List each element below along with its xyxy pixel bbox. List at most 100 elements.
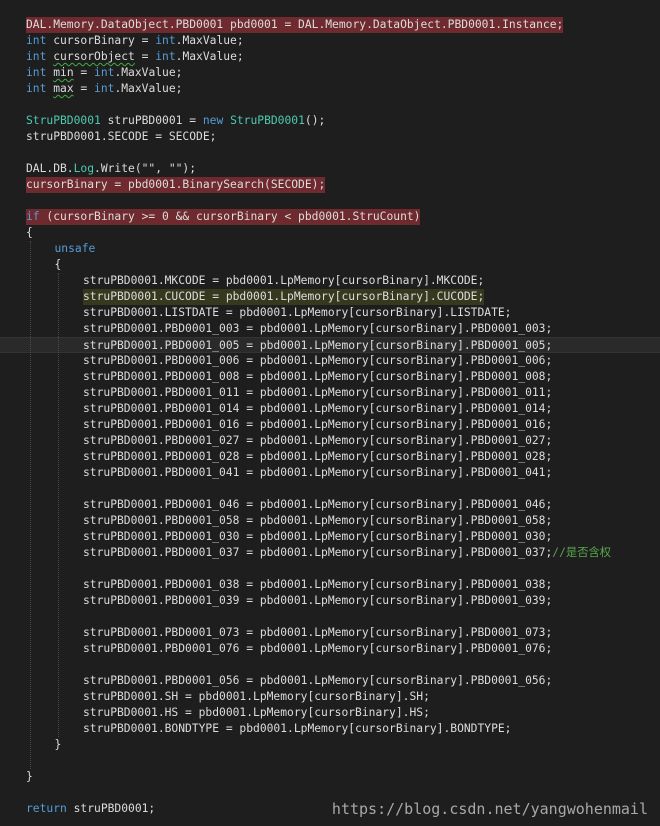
- code-line[interactable]: struPBD0001.PBD0001_058 = pbd0001.LpMemo…: [0, 513, 660, 529]
- code-line[interactable]: int cursorBinary = int.MaxValue;: [0, 33, 660, 49]
- keyword-token: unsafe: [54, 242, 96, 255]
- code-text: DAL.Memory.DataObject.PBD0001 pbd0001 = …: [26, 17, 564, 33]
- code-line[interactable]: int max = int.MaxValue;: [0, 81, 660, 97]
- code-text: unsafe: [55, 241, 96, 257]
- code-text: if (cursorBinary >= 0 && cursorBinary < …: [26, 209, 421, 225]
- code-token: struPBD0001;: [66, 802, 156, 815]
- code-token: .MaxValue;: [175, 34, 244, 47]
- code-text: DAL.DB.Log.Write("", "");: [26, 161, 196, 177]
- code-line[interactable]: struPBD0001.SECODE = SECODE;: [0, 129, 660, 145]
- keyword-token: int: [94, 82, 115, 95]
- code-token: ();: [304, 114, 326, 127]
- code-token: struPBD0001.PBD0001_027 = pbd0001.LpMemo…: [83, 434, 553, 447]
- code-token: struPBD0001.PBD0001_058 = pbd0001.LpMemo…: [83, 514, 553, 527]
- code-line[interactable]: struPBD0001.LISTDATE = pbd0001.LpMemory[…: [0, 305, 660, 321]
- code-line[interactable]: int cursorObject = int.MaxValue;: [0, 49, 660, 65]
- code-line[interactable]: struPBD0001.PBD0001_005 = pbd0001.LpMemo…: [0, 337, 660, 353]
- code-token: cursorObject: [53, 50, 135, 63]
- code-token: struPBD0001.PBD0001_038 = pbd0001.LpMemo…: [83, 578, 553, 591]
- code-token: max: [53, 82, 74, 95]
- code-line[interactable]: struPBD0001.PBD0001_038 = pbd0001.LpMemo…: [0, 577, 660, 593]
- code-line[interactable]: struPBD0001.PBD0001_039 = pbd0001.LpMemo…: [0, 593, 660, 609]
- code-token: .Write("", "");: [94, 162, 197, 175]
- code-line[interactable]: {: [0, 257, 660, 273]
- code-line[interactable]: struPBD0001.PBD0001_003 = pbd0001.LpMemo…: [0, 321, 660, 337]
- code-token: cursorBinary = pbd0001.BinarySearch(SECO…: [26, 178, 326, 191]
- code-line[interactable]: cursorBinary = pbd0001.BinarySearch(SECO…: [0, 177, 660, 193]
- code-token: struPBD0001.PBD0001_039 = pbd0001.LpMemo…: [83, 594, 553, 607]
- watermark: https://blog.csdn.net/yangwohenmail: [331, 800, 648, 818]
- code-line[interactable]: struPBD0001.PBD0001_037 = pbd0001.LpMemo…: [0, 545, 660, 561]
- code-token: .MaxValue;: [114, 66, 183, 79]
- code-line[interactable]: struPBD0001.MKCODE = pbd0001.LpMemory[cu…: [0, 273, 660, 289]
- code-line[interactable]: [0, 657, 660, 673]
- code-line[interactable]: if (cursorBinary >= 0 && cursorBinary < …: [0, 209, 660, 225]
- code-text: struPBD0001.PBD0001_008 = pbd0001.LpMemo…: [83, 369, 552, 385]
- code-line[interactable]: unsafe: [0, 241, 660, 257]
- indent-guide: [30, 241, 31, 769]
- code-line[interactable]: struPBD0001.PBD0001_008 = pbd0001.LpMemo…: [0, 369, 660, 385]
- code-text: {: [55, 257, 62, 273]
- code-text: int min = int.MaxValue;: [26, 65, 182, 81]
- code-line[interactable]: struPBD0001.PBD0001_056 = pbd0001.LpMemo…: [0, 673, 660, 689]
- code-text: int cursorBinary = int.MaxValue;: [26, 33, 244, 49]
- code-line[interactable]: [0, 481, 660, 497]
- code-line[interactable]: struPBD0001.CUCODE = pbd0001.LpMemory[cu…: [0, 289, 660, 305]
- code-line[interactable]: struPBD0001.PBD0001_006 = pbd0001.LpMemo…: [0, 353, 660, 369]
- code-token: struPBD0001.LISTDATE = pbd0001.LpMemory[…: [83, 306, 512, 319]
- code-text: struPBD0001.CUCODE = pbd0001.LpMemory[cu…: [83, 289, 485, 305]
- code-token: struPBD0001.MKCODE = pbd0001.LpMemory[cu…: [83, 274, 485, 287]
- comment-token: //是否含权: [552, 546, 612, 559]
- code-token: cursorBinary =: [46, 34, 156, 47]
- code-text: struPBD0001.BONDTYPE = pbd0001.LpMemory[…: [83, 721, 511, 737]
- code-line[interactable]: struPBD0001.PBD0001_027 = pbd0001.LpMemo…: [0, 433, 660, 449]
- code-token: struPBD0001 =: [100, 114, 203, 127]
- code-token: struPBD0001.PBD0001_056 = pbd0001.LpMemo…: [83, 674, 553, 687]
- code-token: struPBD0001.PBD0001_016 = pbd0001.LpMemo…: [83, 418, 553, 431]
- code-token: struPBD0001.PBD0001_008 = pbd0001.LpMemo…: [83, 370, 553, 383]
- keyword-token: int: [155, 50, 176, 63]
- code-line[interactable]: [0, 561, 660, 577]
- type-token: Log: [73, 162, 95, 175]
- code-text: struPBD0001.PBD0001_003 = pbd0001.LpMemo…: [83, 321, 552, 337]
- code-line[interactable]: struPBD0001.PBD0001_041 = pbd0001.LpMemo…: [0, 465, 660, 481]
- code-line[interactable]: [0, 97, 660, 113]
- code-text: struPBD0001.PBD0001_016 = pbd0001.LpMemo…: [83, 417, 552, 433]
- code-line[interactable]: struPBD0001.PBD0001_016 = pbd0001.LpMemo…: [0, 417, 660, 433]
- code-line[interactable]: }: [0, 769, 660, 785]
- code-line[interactable]: struPBD0001.PBD0001_028 = pbd0001.LpMemo…: [0, 449, 660, 465]
- code-text: struPBD0001.PBD0001_056 = pbd0001.LpMemo…: [83, 673, 552, 689]
- keyword-token: int: [26, 50, 47, 63]
- code-token: min: [53, 66, 74, 79]
- code-line[interactable]: [0, 145, 660, 161]
- code-line[interactable]: DAL.DB.Log.Write("", "");: [0, 161, 660, 177]
- code-token: struPBD0001.PBD0001_006 = pbd0001.LpMemo…: [83, 354, 553, 367]
- code-line[interactable]: [0, 193, 660, 209]
- code-line[interactable]: struPBD0001.PBD0001_073 = pbd0001.LpMemo…: [0, 625, 660, 641]
- code-line[interactable]: struPBD0001.PBD0001_046 = pbd0001.LpMemo…: [0, 497, 660, 513]
- code-line[interactable]: struPBD0001.BONDTYPE = pbd0001.LpMemory[…: [0, 721, 660, 737]
- code-token: }: [54, 738, 62, 751]
- keyword-token: if: [26, 210, 40, 223]
- code-line[interactable]: struPBD0001.PBD0001_030 = pbd0001.LpMemo…: [0, 529, 660, 545]
- code-token: struPBD0001.SECODE = SECODE;: [26, 130, 217, 143]
- code-text: struPBD0001.PBD0001_028 = pbd0001.LpMemo…: [83, 449, 552, 465]
- code-line[interactable]: struPBD0001.HS = pbd0001.LpMemory[cursor…: [0, 705, 660, 721]
- code-line[interactable]: {: [0, 225, 660, 241]
- code-line[interactable]: StruPBD0001 struPBD0001 = new StruPBD000…: [0, 113, 660, 129]
- code-line[interactable]: }: [0, 737, 660, 753]
- code-line[interactable]: struPBD0001.SH = pbd0001.LpMemory[cursor…: [0, 689, 660, 705]
- code-line[interactable]: [0, 753, 660, 769]
- code-token: struPBD0001.PBD0001_073 = pbd0001.LpMemo…: [83, 626, 553, 639]
- code-line[interactable]: struPBD0001.PBD0001_014 = pbd0001.LpMemo…: [0, 401, 660, 417]
- code-token: =: [73, 82, 95, 95]
- code-line[interactable]: DAL.Memory.DataObject.PBD0001 pbd0001 = …: [0, 17, 660, 33]
- code-line[interactable]: int min = int.MaxValue;: [0, 65, 660, 81]
- code-line[interactable]: struPBD0001.PBD0001_011 = pbd0001.LpMemo…: [0, 385, 660, 401]
- code-editor[interactable]: DAL.Memory.DataObject.PBD0001 pbd0001 = …: [0, 0, 660, 826]
- code-token: .MaxValue;: [114, 82, 183, 95]
- code-line[interactable]: struPBD0001.PBD0001_076 = pbd0001.LpMemo…: [0, 641, 660, 657]
- code-line[interactable]: [0, 609, 660, 625]
- code-line[interactable]: [0, 785, 660, 801]
- code-token: struPBD0001.HS = pbd0001.LpMemory[cursor…: [83, 706, 430, 719]
